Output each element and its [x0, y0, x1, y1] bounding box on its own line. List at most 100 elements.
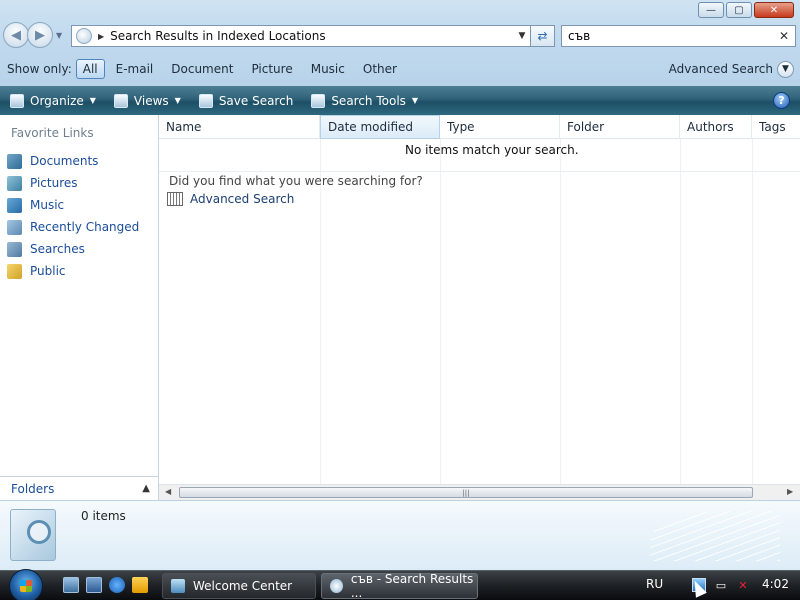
recently-changed-icon: [7, 219, 22, 235]
forward-button[interactable]: ▶: [27, 22, 53, 48]
switch-windows-icon[interactable]: [86, 577, 102, 593]
breadcrumb-separator-icon[interactable]: ▶: [98, 32, 104, 41]
column-header-folder[interactable]: Folder: [560, 115, 680, 139]
nav-item-recently-changed[interactable]: Recently Changed: [0, 216, 158, 238]
recent-pages-dropdown[interactable]: ▼: [56, 31, 62, 40]
clock[interactable]: 4:02: [762, 577, 789, 591]
address-bar[interactable]: ▶ Search Results in Indexed Locations ▼: [71, 25, 531, 47]
filter-music[interactable]: Music: [304, 59, 352, 79]
close-button[interactable]: ✕: [754, 2, 794, 18]
filter-other[interactable]: Other: [356, 59, 404, 79]
advanced-search-label: Advanced Search: [668, 62, 773, 76]
favorite-links-heading: Favorite Links: [11, 126, 94, 140]
forward-arrow-icon: ▶: [35, 27, 45, 43]
language-indicator[interactable]: RU: [646, 577, 663, 591]
taskbar-item-label: Welcome Center: [193, 579, 293, 593]
start-button[interactable]: [9, 569, 43, 600]
did-you-find-prompt: Did you find what you were searching for…: [169, 174, 423, 188]
nav-item-pictures[interactable]: Pictures: [0, 172, 158, 194]
back-arrow-icon: ◀: [11, 27, 21, 43]
chevron-down-icon: ▼: [777, 60, 794, 78]
advanced-search-toggle[interactable]: Advanced Search ▼: [669, 57, 794, 81]
scroll-right-icon[interactable]: ▶: [787, 487, 793, 496]
advanced-search-icon: [167, 192, 183, 206]
navigation-pane: Favorite Links Documents Pictures Music …: [0, 115, 159, 500]
filter-picture[interactable]: Picture: [244, 59, 299, 79]
views-icon: [113, 93, 128, 108]
column-header-tags[interactable]: Tags: [752, 115, 800, 139]
display-icon[interactable]: ▭: [714, 578, 728, 592]
nav-item-public[interactable]: Public: [0, 260, 158, 282]
filter-email[interactable]: E-mail: [109, 59, 161, 79]
nav-item-searches[interactable]: Searches: [0, 238, 158, 260]
views-label: Views: [133, 93, 169, 108]
public-folder-icon: [7, 263, 22, 279]
details-pane: 0 items: [0, 500, 800, 570]
nav-item-label: Recently Changed: [30, 220, 140, 234]
save-search-label: Save Search: [218, 93, 294, 108]
advanced-search-link-label: Advanced Search: [190, 192, 295, 206]
divider: [159, 171, 800, 172]
nav-item-label: Public: [30, 264, 66, 278]
nav-item-label: Searches: [30, 242, 85, 256]
address-dropdown-icon[interactable]: ▼: [514, 31, 530, 41]
breadcrumb[interactable]: Search Results in Indexed Locations: [110, 29, 514, 43]
column-header-date-modified[interactable]: Date modified: [320, 115, 440, 139]
minimize-button[interactable]: —: [698, 2, 724, 18]
back-button[interactable]: ◀: [3, 22, 29, 48]
search-tools-button[interactable]: Search Tools ▼: [311, 93, 419, 108]
quick-launch: [63, 577, 148, 593]
taskbar-item-label: съв - Search Results ...: [350, 572, 474, 600]
views-button[interactable]: Views ▼: [113, 93, 181, 108]
volume-muted-icon[interactable]: ✕: [736, 578, 750, 592]
organize-dropdown-icon: ▼: [89, 96, 96, 105]
nav-item-music[interactable]: Music: [0, 194, 158, 216]
nav-item-label: Music: [30, 198, 65, 212]
item-count: 0 items: [81, 509, 126, 523]
nav-item-label: Pictures: [30, 176, 78, 190]
save-icon: [198, 93, 213, 108]
window-buttons: — ▢ ✕: [698, 2, 794, 18]
column-header-authors[interactable]: Authors: [680, 115, 752, 139]
empty-results-message: No items match your search.: [405, 143, 579, 157]
column-divider: [440, 139, 441, 484]
search-tools-dropdown-icon: ▼: [411, 96, 419, 105]
save-search-button[interactable]: Save Search: [198, 93, 294, 108]
scrollbar-thumb[interactable]: |||: [179, 487, 753, 498]
search-box[interactable]: ✕: [561, 25, 796, 47]
search-results-icon: [76, 28, 92, 44]
views-dropdown-icon: ▼: [174, 96, 181, 105]
decorative-swoosh: [650, 511, 780, 561]
show-desktop-icon[interactable]: [63, 577, 79, 593]
media-player-icon[interactable]: [132, 577, 148, 593]
documents-icon: [7, 153, 22, 169]
advanced-search-link[interactable]: Advanced Search: [167, 192, 294, 206]
filter-document[interactable]: Document: [164, 59, 240, 79]
organize-button[interactable]: Organize ▼: [10, 93, 96, 108]
column-header-name[interactable]: Name: [159, 115, 320, 139]
window-chrome: — ▢ ✕ ◀ ▶ ▼ ▶ Search Results in Indexed …: [0, 0, 800, 86]
internet-explorer-icon[interactable]: [109, 577, 125, 593]
taskbar-item-welcome-center[interactable]: Welcome Center: [162, 573, 316, 599]
column-divider: [320, 139, 321, 484]
folders-toggle[interactable]: Folders ▲: [0, 476, 158, 500]
column-headers: Name Date modified Type Folder Authors T…: [159, 115, 800, 139]
command-bar: Organize ▼ Views ▼ Save Search Search To…: [0, 86, 800, 115]
search-tools-label: Search Tools: [331, 93, 406, 108]
scroll-left-icon[interactable]: ◀: [165, 487, 171, 496]
show-only-label: Show only:: [7, 62, 72, 76]
refresh-button[interactable]: ⇄: [531, 25, 555, 47]
column-header-type[interactable]: Type: [440, 115, 560, 139]
nav-item-documents[interactable]: Documents: [0, 150, 158, 172]
column-divider: [560, 139, 561, 484]
clear-search-icon[interactable]: ✕: [779, 29, 789, 43]
column-divider: [752, 139, 753, 484]
filter-all[interactable]: All: [75, 59, 105, 79]
search-folder-icon: [10, 509, 56, 561]
horizontal-scrollbar[interactable]: ◀ ||| ▶: [159, 484, 800, 500]
organize-icon: [10, 93, 24, 108]
maximize-button[interactable]: ▢: [726, 2, 752, 18]
search-input[interactable]: [568, 29, 779, 43]
help-button[interactable]: ?: [773, 92, 790, 109]
taskbar-item-search-results[interactable]: съв - Search Results ...: [321, 572, 478, 600]
